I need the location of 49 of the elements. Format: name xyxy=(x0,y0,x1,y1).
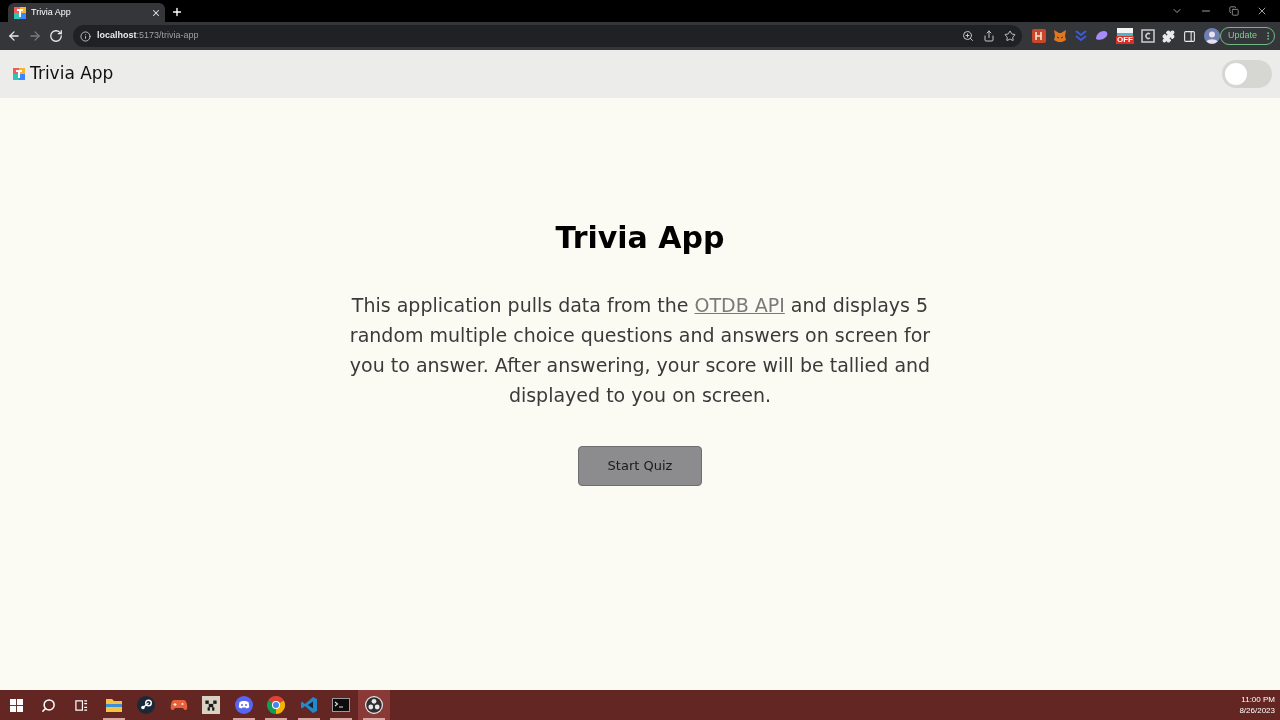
tab-title: Trivia App xyxy=(31,5,72,19)
fox-icon[interactable] xyxy=(1052,29,1067,43)
letter-tile-icon[interactable] xyxy=(1031,29,1046,43)
blob-icon[interactable] xyxy=(1094,29,1109,43)
nav-button[interactable] xyxy=(7,29,21,43)
taskbar-app-button[interactable] xyxy=(357,690,390,720)
share-icon[interactable] xyxy=(982,30,995,42)
colorful-tile-icon xyxy=(13,68,25,80)
ring-logo-icon xyxy=(267,696,286,714)
clock-date: 8/26/2023 xyxy=(1239,705,1275,716)
close-icon[interactable] xyxy=(1256,5,1268,17)
intro-paragraph: This application pulls data from the OTDB API and displays 5 random multiple choice questions and answers on screen for you to answer. After answering, your score will be tallied and displayed to you on screen. xyxy=(348,293,932,408)
browser-tab[interactable]: Trivia App xyxy=(8,3,165,22)
theme-toggle-switch[interactable] xyxy=(1222,60,1272,88)
blocky-face-icon xyxy=(202,696,221,714)
avatar-icon[interactable] xyxy=(1203,28,1220,44)
back-arrow-icon xyxy=(7,29,21,43)
extension-badge: OFF xyxy=(1115,36,1134,44)
page-heading: Trivia App xyxy=(555,219,725,257)
reload-icon xyxy=(49,29,63,43)
round-logo-icon xyxy=(137,696,156,714)
terminal-icon xyxy=(332,696,351,714)
side-panel-icon[interactable] xyxy=(1183,29,1197,43)
taskbar-clock[interactable]: 11:00 PM 8/26/2023 xyxy=(1239,694,1275,716)
zoom-icon[interactable] xyxy=(961,30,974,42)
address-bar[interactable]: localhost:5173/trivia-app xyxy=(73,25,1022,47)
round-logo-icon xyxy=(364,696,383,714)
nav-button[interactable] xyxy=(49,29,63,43)
monitor-icon[interactable] xyxy=(1116,28,1133,36)
url-text: localhost:5173/trivia-app xyxy=(97,29,199,43)
forward-arrow-icon xyxy=(28,29,42,43)
star-icon[interactable] xyxy=(1003,30,1016,42)
app-title: Trivia App xyxy=(30,62,114,86)
ribbon-logo-icon xyxy=(299,696,318,714)
folder-icon xyxy=(104,696,123,714)
search-icon xyxy=(41,697,57,713)
clock-time: 11:00 PM xyxy=(1241,694,1275,705)
frame-icon[interactable] xyxy=(1140,29,1155,43)
start-quiz-button[interactable]: Start Quiz xyxy=(578,446,702,486)
colorful-tile-icon xyxy=(14,6,26,19)
puzzle-icon[interactable] xyxy=(1162,29,1176,43)
new-tab-icon[interactable] xyxy=(171,6,183,18)
windows-logo-icon xyxy=(9,698,23,712)
info-icon[interactable] xyxy=(80,30,91,42)
task-view-icon xyxy=(74,698,88,712)
round-chat-icon xyxy=(234,696,253,714)
close-icon[interactable] xyxy=(151,7,161,18)
api-link[interactable]: OTDB API xyxy=(694,294,785,316)
restore-icon[interactable] xyxy=(1229,6,1239,16)
